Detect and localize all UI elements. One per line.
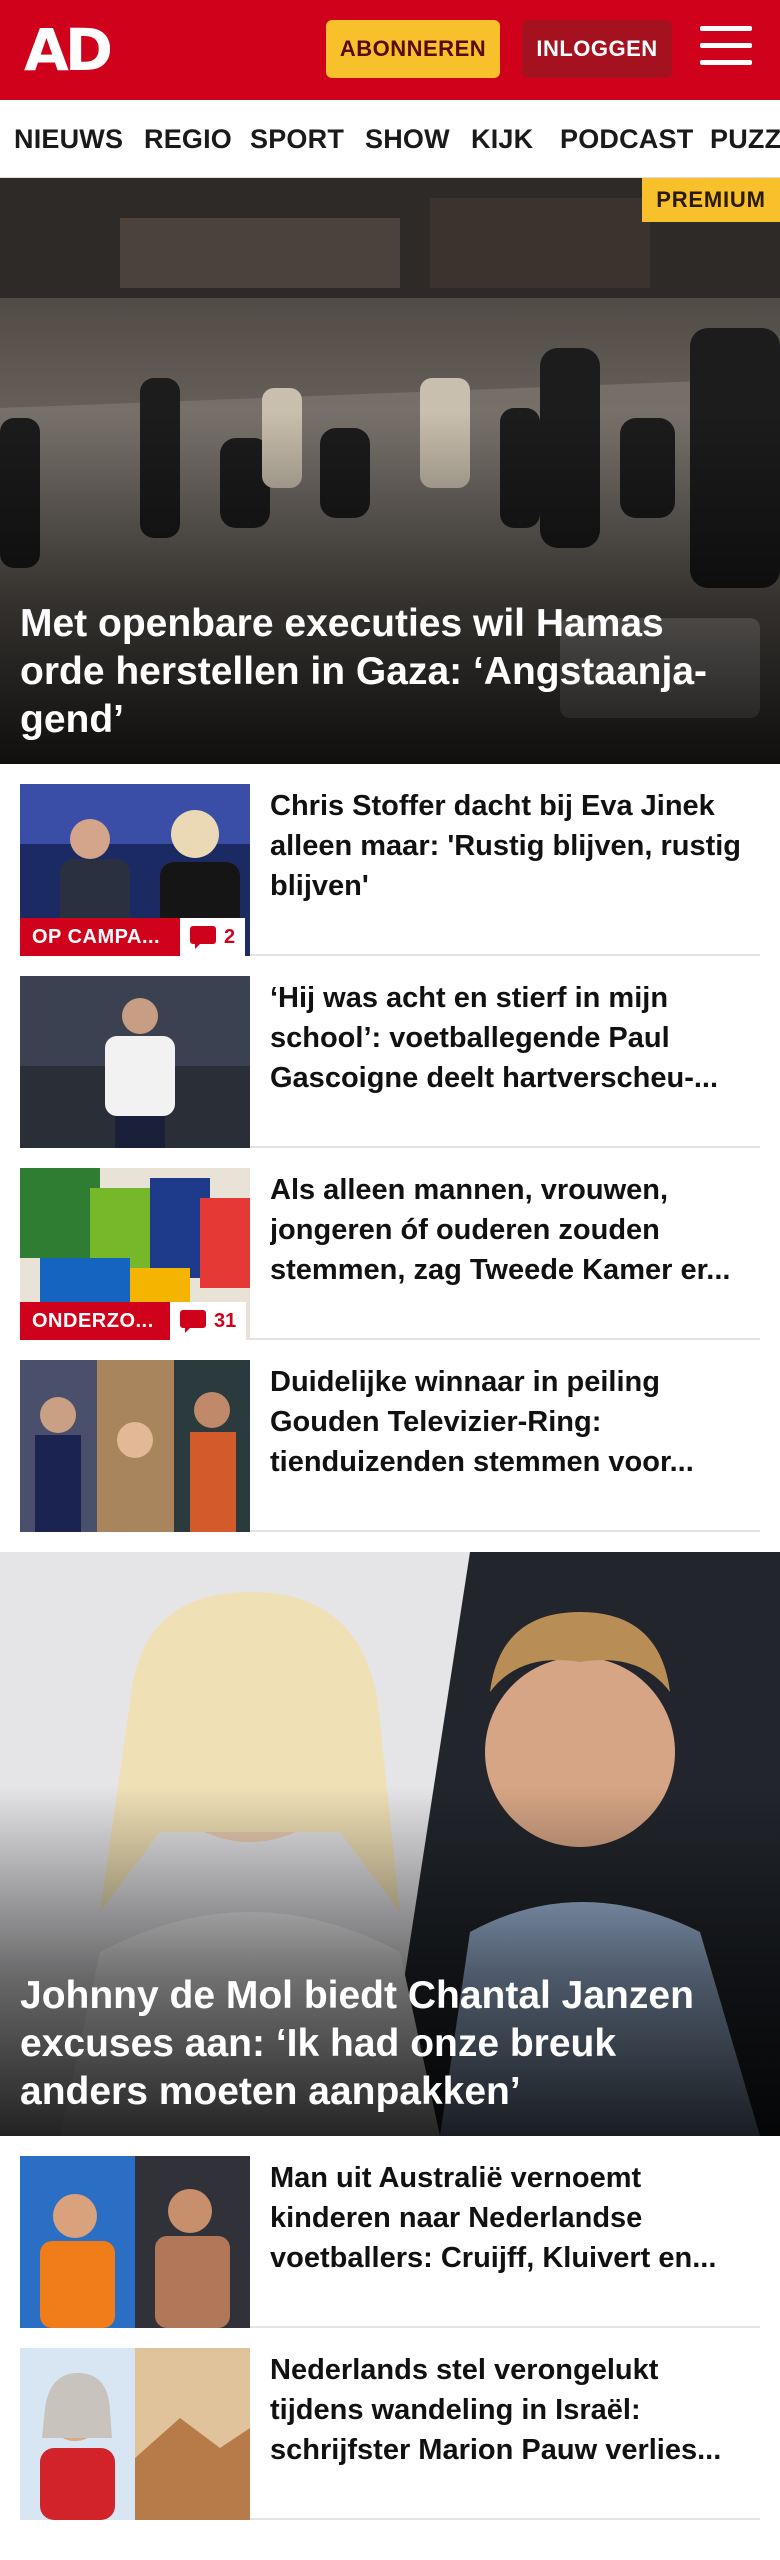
list-item[interactable]: Nederlands stel verongelukt tijdens wand… [20, 2328, 760, 2520]
article-title[interactable]: Man uit Australië vernoemt kinderen naar… [270, 2158, 750, 2278]
article-title[interactable]: Nederlands stel verongelukt tijdens wand… [270, 2350, 750, 2470]
nav-item-kijk[interactable]: KIJK [471, 124, 533, 155]
nav-item-regio[interactable]: REGIO [144, 124, 232, 155]
list-item[interactable]: OP CAMPA... 2 Chris Stoffer dacht bij Ev… [20, 764, 760, 956]
article-thumbnail: OP CAMPA... 2 [20, 784, 250, 956]
article-title[interactable]: ‘Hij was acht en stierf in mijn school’:… [270, 978, 750, 1098]
nav-item-show[interactable]: SHOW [365, 124, 450, 155]
comment-count-value: 31 [214, 1309, 237, 1332]
site-header: AD ABONNEREN INLOGGEN [0, 0, 780, 100]
hamburger-menu-icon[interactable] [700, 26, 752, 72]
article-thumbnail [20, 976, 250, 1148]
hero-title[interactable]: Met openbare executies wil Hamas orde he… [20, 600, 750, 744]
nav-item-sport[interactable]: SPORT [250, 124, 344, 155]
list-item[interactable]: Duidelijke winnaar in peiling Gouden Tel… [20, 1340, 760, 1532]
article-thumbnail: ONDERZO... 31 [20, 1168, 250, 1340]
nav-item-nieuws[interactable]: NIEUWS [14, 124, 123, 155]
comment-count[interactable]: 2 [180, 918, 246, 956]
category-tag: ONDERZO... [20, 1302, 170, 1340]
list-item[interactable]: ONDERZO... 31 Als alleen mannen, vrouwen… [20, 1148, 760, 1340]
comment-count[interactable]: 31 [170, 1302, 247, 1340]
nav-item-puzzel[interactable]: PUZZ [710, 124, 780, 155]
comment-icon [180, 1310, 206, 1333]
comment-count-value: 2 [224, 925, 236, 948]
list-item[interactable]: ‘Hij was acht en stierf in mijn school’:… [20, 956, 760, 1148]
hero-article-hamas[interactable]: PREMIUM Met openbare executies wil Hamas… [0, 178, 780, 764]
subscribe-button[interactable]: ABONNEREN [326, 20, 500, 78]
comment-icon [190, 926, 216, 949]
section-nav: NIEUWS REGIO SPORT SHOW KIJK PODCAST PUZ… [0, 100, 780, 178]
article-thumbnail [20, 2348, 250, 2520]
nav-item-podcast[interactable]: PODCAST [560, 124, 693, 155]
article-title[interactable]: Chris Stoffer dacht bij Eva Jinek alleen… [270, 786, 750, 906]
article-thumbnail [20, 1360, 250, 1532]
login-button[interactable]: INLOGGEN [522, 20, 672, 78]
article-title[interactable]: Duidelijke winnaar in peiling Gouden Tel… [270, 1362, 750, 1482]
article-thumbnail [20, 2156, 250, 2328]
list-item[interactable]: Man uit Australië vernoemt kinderen naar… [20, 2136, 760, 2328]
article-title[interactable]: Als alleen mannen, vrouwen, jongeren óf … [270, 1170, 750, 1290]
hero-title[interactable]: Johnny de Mol biedt Chantal Janzen excus… [20, 1972, 750, 2116]
premium-badge: PREMIUM [642, 178, 780, 222]
ad-logo[interactable]: AD [24, 21, 116, 79]
category-tag: OP CAMPA... [20, 918, 180, 956]
hero-article-johnny-de-mol[interactable]: Johnny de Mol biedt Chantal Janzen excus… [0, 1552, 780, 2136]
